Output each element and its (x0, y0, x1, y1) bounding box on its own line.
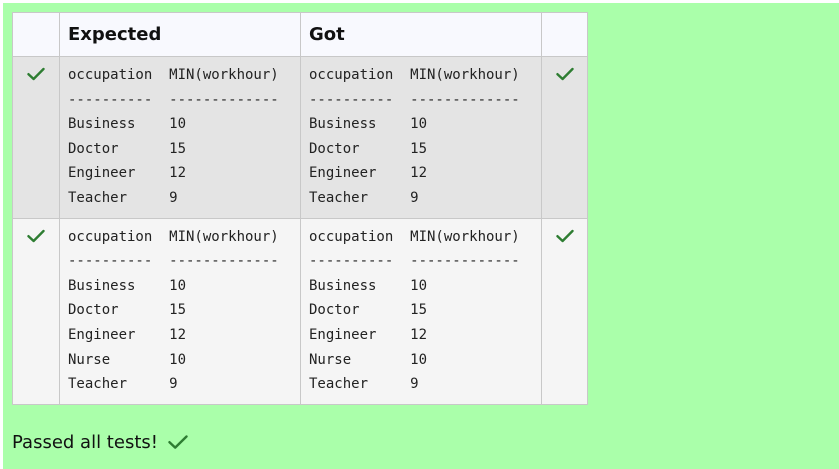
summary-text: Passed all tests! (12, 431, 158, 453)
row-status-cell (12, 56, 60, 219)
header-status-cell (12, 12, 60, 57)
expected-output: occupation MIN(workhour) ---------- ----… (68, 228, 279, 393)
got-output-cell: occupation MIN(workhour) ---------- ----… (300, 217, 542, 405)
check-icon (555, 229, 574, 243)
got-output-cell: occupation MIN(workhour) ---------- ----… (300, 56, 542, 219)
expected-output: occupation MIN(workhour) ---------- ----… (68, 67, 279, 206)
got-output: occupation MIN(workhour) ---------- ----… (309, 228, 520, 393)
check-icon (168, 434, 188, 450)
expected-output-cell: occupation MIN(workhour) ---------- ----… (59, 56, 301, 219)
check-icon (555, 67, 574, 81)
row-result-cell (541, 217, 588, 405)
header-expected: Expected (59, 12, 301, 57)
expected-output-cell: occupation MIN(workhour) ---------- ----… (59, 217, 301, 405)
header-result-cell (541, 12, 588, 57)
row-result-cell (541, 56, 588, 219)
header-got: Got (300, 12, 542, 57)
table-row: occupation MIN(workhour) ---------- ----… (12, 56, 588, 219)
table-row: occupation MIN(workhour) ---------- ----… (12, 217, 588, 405)
summary-message: Passed all tests! (12, 428, 188, 456)
check-icon (27, 229, 45, 243)
row-status-cell (12, 217, 60, 405)
table-header-row: Expected Got (12, 12, 588, 57)
got-output: occupation MIN(workhour) ---------- ----… (309, 67, 520, 206)
results-table: Expected Got occupation MIN(workhour) --… (12, 12, 588, 405)
check-icon (27, 67, 45, 81)
results-panel: Expected Got occupation MIN(workhour) --… (3, 3, 839, 469)
